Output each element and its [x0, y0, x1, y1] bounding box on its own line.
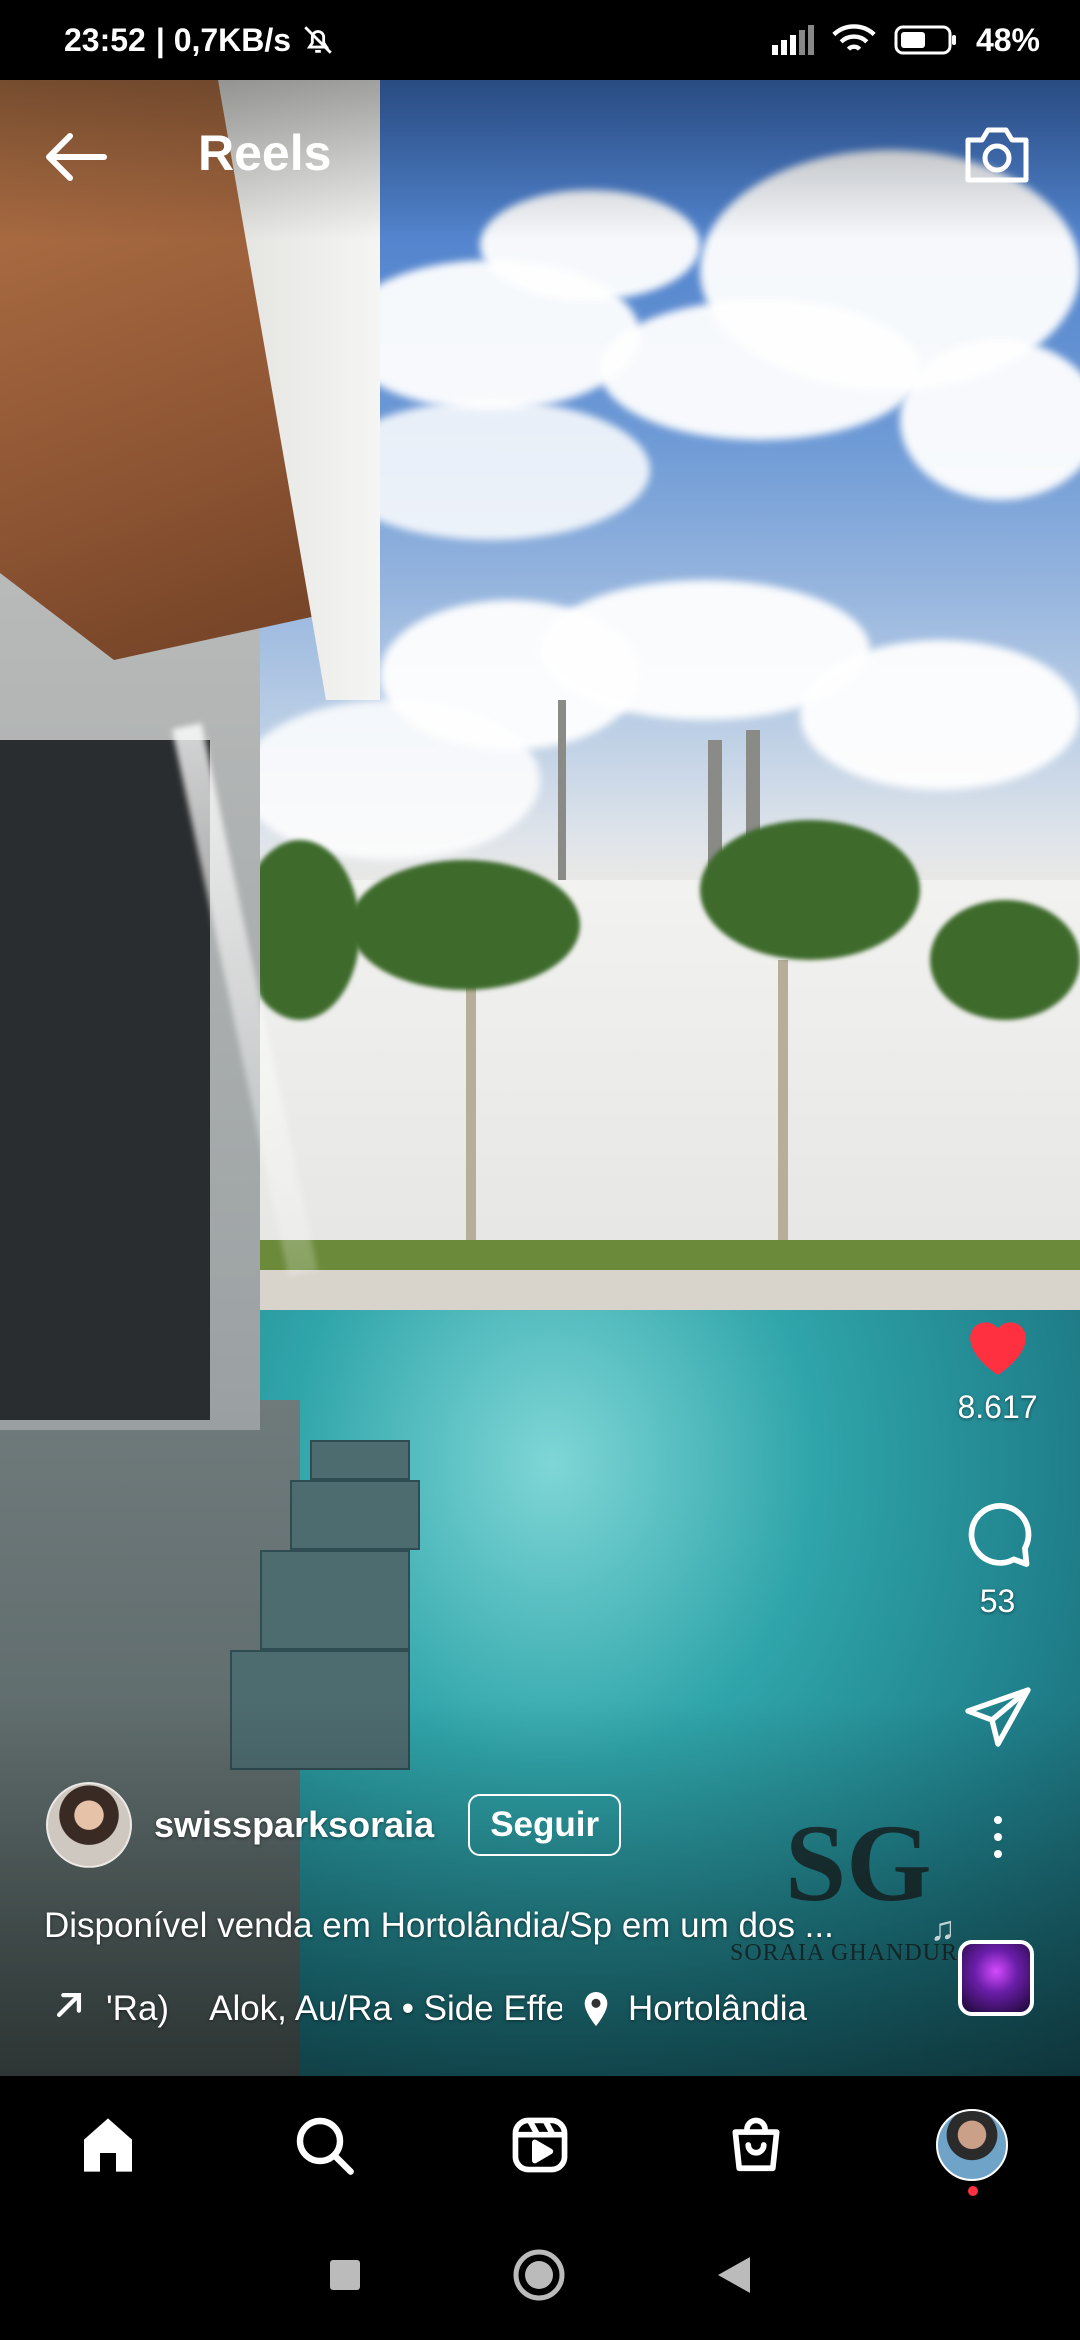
- notification-dot: [968, 2186, 978, 2196]
- status-bar: 23:52 | 0,7KB/s 48%: [0, 0, 1080, 80]
- mute-bell-icon: [301, 23, 335, 57]
- reels-icon[interactable]: [495, 2100, 585, 2190]
- like-count: 8.617: [957, 1389, 1038, 1425]
- back-arrow-icon[interactable]: [44, 132, 108, 182]
- like-action: 8.617: [940, 1310, 1055, 1426]
- share-action: [940, 1684, 1055, 1755]
- comment-action: 53: [940, 1496, 1055, 1620]
- status-network-speed: | 0,7KB/s: [155, 21, 292, 58]
- caption[interactable]: Disponível venda em Hortolândia/Sp em um…: [44, 1906, 924, 1946]
- signal-icon: [771, 25, 814, 55]
- music-ticker[interactable]: 'Ra) Alok, Au/Ra • Side Effe: [52, 1988, 562, 2031]
- battery-icon: [894, 24, 958, 56]
- reels-header: Reels: [0, 110, 1080, 200]
- username[interactable]: swissparksoraia: [154, 1804, 434, 1846]
- music-location-row: 'Ra) Alok, Au/Ra • Side Effe Hortolândia: [52, 1984, 932, 2034]
- page-title: Reels: [198, 125, 332, 181]
- music-title-part: 'Ra): [106, 1989, 170, 2028]
- battery-percent: 48%: [975, 21, 1040, 58]
- location-tag[interactable]: Hortolândia: [582, 1989, 807, 2029]
- heart-icon[interactable]: [940, 1310, 1055, 1383]
- profile-avatar: [936, 2109, 1008, 2181]
- profile-tab[interactable]: [927, 2100, 1017, 2196]
- comment-icon[interactable]: [940, 1496, 1055, 1577]
- back-triangle-icon[interactable]: [716, 2255, 752, 2300]
- camera-icon[interactable]: [962, 122, 1032, 186]
- trending-arrow-icon: [52, 1988, 86, 2031]
- author-row: swissparksoraia Seguir: [46, 1780, 622, 1870]
- wifi-icon: [832, 23, 876, 57]
- location-label: Hortolândia: [628, 1989, 807, 2028]
- share-icon[interactable]: [940, 1684, 1055, 1755]
- comment-count: 53: [979, 1583, 1016, 1619]
- bottom-nav: [0, 2076, 1080, 2214]
- music-note-icon: ♫: [930, 1910, 956, 1948]
- home-circle-icon[interactable]: [512, 2248, 566, 2307]
- status-time: 23:52: [64, 21, 146, 58]
- shop-icon[interactable]: [711, 2100, 801, 2190]
- home-icon[interactable]: [63, 2100, 153, 2190]
- watermark-logo: SG SORAIA GHANDUR: [730, 1800, 960, 1980]
- audio-thumbnail[interactable]: [958, 1940, 1034, 2016]
- follow-button[interactable]: Seguir: [468, 1794, 622, 1856]
- avatar[interactable]: [46, 1782, 132, 1868]
- search-icon[interactable]: [279, 2100, 369, 2190]
- location-pin-icon: [584, 1992, 608, 2026]
- recents-icon[interactable]: [328, 2258, 362, 2297]
- music-title: Alok, Au/Ra • Side Effe: [209, 1989, 562, 2028]
- system-nav: [0, 2214, 1080, 2340]
